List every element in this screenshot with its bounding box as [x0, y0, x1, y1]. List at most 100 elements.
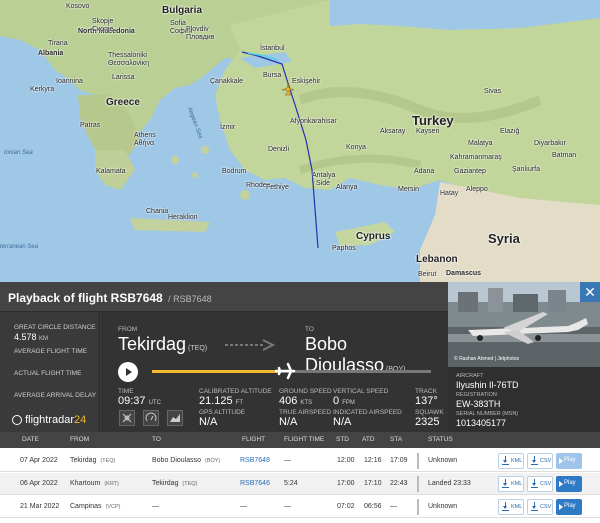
progress-plane-icon[interactable]: [274, 362, 296, 380]
map-country-albania: Albania: [38, 50, 64, 57]
map-city-paphos: Paphos: [332, 245, 356, 252]
play-flight-button[interactable]: Play: [556, 499, 582, 515]
playback-progress[interactable]: [118, 362, 433, 382]
aircraft-photo-image: [448, 282, 600, 367]
track-value: 137°: [415, 395, 438, 407]
cell-std: 12:00: [337, 457, 355, 464]
from-code: (TEQ): [188, 345, 208, 352]
ground-speed-label: GROUND SPEED: [279, 388, 332, 395]
map-view[interactable]: Bulgaria Kosovo Greece Turkey Albania No…: [0, 0, 600, 282]
download-icon: [531, 479, 538, 488]
great-circle-label: GREAT CIRCLE DISTANCE: [14, 324, 96, 331]
download-csv-button-label: CSV: [540, 481, 552, 487]
gps-altitude-value: N/A: [199, 416, 218, 428]
aircraft-photo[interactable]: ✕ © Rashan Ahmed | Jetphotos: [448, 282, 600, 367]
speed-button[interactable]: [143, 410, 159, 426]
aircraft-value: Ilyushin Il-76TD: [456, 380, 519, 390]
play-flight-button[interactable]: Play: [556, 476, 582, 492]
download-icon: [502, 456, 509, 465]
map-country-cyprus: Cyprus: [356, 231, 391, 242]
true-airspeed-label: TRUE AIRSPEED: [279, 409, 332, 416]
map-city-adana: Adana: [414, 168, 435, 175]
header-to: TO: [152, 436, 161, 443]
cell-sta-text: 17:09: [390, 457, 408, 464]
header-date: DATE: [22, 436, 39, 443]
map-city-sofia: Sofia: [170, 20, 186, 27]
panel-header: Playback of flight RSB7648 / RSB7648: [0, 282, 448, 312]
map-city-heraklion: Heraklion: [168, 214, 198, 221]
cell-to-text: —: [152, 503, 159, 510]
cell-flight[interactable]: RSB7646: [240, 480, 270, 487]
indicated-airspeed-value: N/A: [333, 416, 352, 428]
vertical-speed-label: VERTICAL SPEED: [333, 388, 389, 395]
panel-subtitle: / RSB7648: [168, 294, 212, 304]
map-city-bursa: Bursa: [263, 72, 282, 79]
cell-std: 17:00: [337, 480, 355, 487]
speed-icon: [145, 412, 157, 422]
from-city[interactable]: Tekirdag (TEQ): [118, 334, 207, 355]
download-icon: [531, 456, 538, 465]
download-icon: [502, 502, 509, 511]
cell-status-text: Unknown: [428, 457, 458, 464]
map-city-kayseri: Kayseri: [416, 128, 440, 135]
map-country-greece: Greece: [106, 97, 140, 108]
table-row[interactable]: 07 Apr 2022 Tekirdag (TEQ) Bobo Dioulasso …: [0, 450, 600, 472]
close-button[interactable]: ✕: [580, 282, 600, 302]
ground-speed-unit: KTS: [300, 400, 313, 406]
table-row[interactable]: 21 Mar 2022 Campinas (VCP) — — — 07:02 06:56 —…: [0, 496, 600, 518]
calibrated-altitude-unit: FT: [235, 400, 244, 406]
chart-button[interactable]: [167, 410, 183, 426]
calibrated-altitude-number: 21.125: [199, 395, 233, 407]
cell-to-text: Tekirdag: [152, 480, 179, 487]
map-city-konya: Konya: [346, 144, 366, 151]
map-city-mersin: Mersin: [398, 186, 420, 193]
cell-flight-text: RSB7646: [240, 480, 270, 487]
map-city-aleppo: Aleppo: [466, 186, 488, 193]
cell-to-code: (TEQ): [182, 481, 198, 487]
play-label: Play: [564, 457, 576, 463]
vertical-speed-unit: FPM: [342, 400, 355, 406]
play-flight-button[interactable]: Play: [556, 453, 582, 469]
squawk-label: SQUAWK: [415, 409, 444, 416]
download-csv-button[interactable]: CSV: [527, 476, 553, 492]
download-csv-button[interactable]: CSV: [527, 499, 553, 515]
photo-credit[interactable]: © Rashan Ahmed | Jetphotos: [454, 356, 519, 362]
play-pause-button[interactable]: [118, 362, 138, 382]
play-icon: [559, 481, 563, 487]
download-kml-button[interactable]: KML: [498, 453, 524, 469]
cell-status: Unknown: [428, 503, 457, 510]
download-csv-button-label: CSV: [540, 458, 552, 464]
flightradar24-logo[interactable]: flightradar24: [12, 414, 86, 426]
header-sta: STA: [390, 436, 403, 443]
map-country-turkey: Turkey: [412, 113, 454, 128]
download-kml-button[interactable]: KML: [498, 476, 524, 492]
map-country-syria: Syria: [488, 231, 520, 246]
aircraft-info: ✕ © Rashan Ahmed | Jetphotos AIRCRAFT Il…: [448, 282, 600, 432]
cell-status-text: Unknown: [428, 503, 458, 510]
cell-status-text: Landed 23:33: [428, 480, 471, 487]
cell-status: Unknown: [428, 457, 457, 464]
map-city-tirana: Tirana: [48, 40, 68, 47]
download-csv-button[interactable]: CSV: [527, 453, 553, 469]
download-kml-button[interactable]: KML: [498, 499, 524, 515]
radar-icon: [12, 415, 22, 426]
true-airspeed-value: N/A: [279, 416, 298, 428]
map-city-kerkyra: Kerkyra: [30, 86, 55, 93]
avg-arrival-delay-label: AVERAGE ARRIVAL DELAY: [14, 392, 97, 399]
cell-from-text: Campinas: [70, 503, 102, 510]
cell-flight[interactable]: RSB7648: [240, 457, 270, 464]
map-city-elazig: Elazığ: [500, 128, 520, 135]
cell-std-text: 12:00: [337, 457, 355, 464]
map-layers-button[interactable]: [119, 410, 135, 426]
ground-speed-number: 406: [279, 395, 298, 407]
map-city-side: Side: [316, 180, 331, 187]
cell-flight: —: [240, 503, 247, 510]
aircraft-marker-icon[interactable]: [281, 82, 295, 96]
map-city-istanbul: İstanbul: [260, 45, 285, 52]
panel-title: Playback of flight RSB7648 / RSB7648: [8, 291, 212, 305]
map-city-skopje: Skopje: [92, 18, 114, 25]
table-row[interactable]: 06 Apr 2022 Khartoum (KRT) Tekirdag (TEQ) R…: [0, 473, 600, 495]
map-sea-mediterranean: terranean Sea: [0, 244, 39, 250]
cell-flight-time-text: —: [284, 457, 291, 464]
cell-from: Tekirdag (TEQ): [70, 457, 115, 464]
